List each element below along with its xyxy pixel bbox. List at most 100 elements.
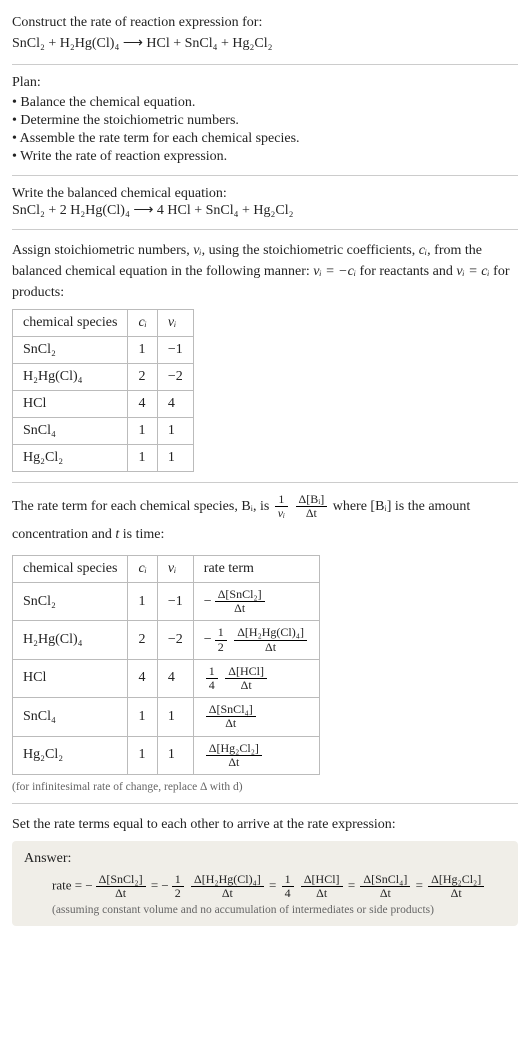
cell: 4 (128, 391, 157, 418)
table-header-row: chemical species cᵢ νᵢ rate term (13, 556, 320, 583)
table-row: SnCl₂1−1 (13, 337, 194, 364)
balanced-equation: SnCl₂ + 2 H₂Hg(Cl)₄ ⟶ 4 HCl + SnCl₄ + Hg… (12, 203, 294, 218)
plan-list: Balance the chemical equation. Determine… (12, 95, 518, 165)
stoich-section: Assign stoichiometric numbers, νᵢ , using… (12, 240, 518, 472)
cell: −2 (157, 621, 193, 659)
text: Assign stoichiometric numbers, (12, 243, 193, 258)
denominator: Δt (206, 717, 256, 730)
fraction: Δ[H₂Hg(Cl)₄]Δt (191, 873, 264, 900)
sign: − (161, 878, 168, 893)
fraction: Δ[SnCl₄]Δt (360, 873, 410, 900)
table-row: SnCl₄11 (13, 418, 194, 445)
numerator: 1 (206, 665, 218, 679)
divider (12, 803, 518, 804)
intro-line1: Construct the rate of reaction expressio… (12, 15, 262, 30)
cell: 1 (157, 698, 193, 736)
numerator: Δ[H₂Hg(Cl)₄] (234, 626, 307, 640)
cell-rateterm: Δ[SnCl₄]Δt (193, 698, 319, 736)
col-ci: cᵢ (128, 556, 157, 583)
cell-rateterm: −Δ[SnCl₂]Δt (193, 583, 319, 621)
col-nui: νᵢ (157, 556, 193, 583)
fraction: 12 (172, 873, 184, 900)
fraction: Δ[Bᵢ]Δt (296, 493, 328, 520)
text: is time: (119, 527, 164, 542)
fraction: Δ[SnCl₂]Δt (96, 873, 146, 900)
sign: − (204, 594, 212, 609)
fraction: Δ[HCl]Δt (301, 873, 343, 900)
col-species: chemical species (13, 310, 128, 337)
divider (12, 482, 518, 483)
intro-equation: SnCl₂ + H₂Hg(Cl)₄ ⟶ HCl + SnCl₄ + Hg₂Cl₂ (12, 36, 273, 51)
numerator: Δ[SnCl₄] (206, 703, 256, 717)
denominator: Δt (301, 887, 343, 900)
c-i: cᵢ (419, 243, 427, 258)
fraction: 14 (282, 873, 294, 900)
answer-note: (assuming constant volume and no accumul… (24, 904, 506, 916)
denominator: Δt (206, 756, 262, 769)
cell: H₂Hg(Cl)₄ (13, 364, 128, 391)
fraction: 12 (215, 626, 227, 653)
cell: 1 (157, 736, 193, 774)
answer-box: Answer: rate = −Δ[SnCl₂]Δt = −12 Δ[H₂Hg(… (12, 841, 518, 926)
cell: Hg₂Cl₂ (13, 445, 128, 472)
denominator: νᵢ (275, 507, 288, 520)
equals: = (416, 878, 427, 893)
divider (12, 64, 518, 65)
table-row: SnCl₄ 1 1 Δ[SnCl₄]Δt (13, 698, 320, 736)
cell: SnCl₂ (13, 337, 128, 364)
final-heading: Set the rate terms equal to each other t… (12, 814, 518, 835)
rateterm-intro: The rate term for each chemical species,… (12, 493, 518, 549)
cell: 2 (128, 364, 157, 391)
table-row: SnCl₂ 1 −1 −Δ[SnCl₂]Δt (13, 583, 320, 621)
fraction: Δ[Hg₂Cl₂]Δt (206, 742, 262, 769)
cell: Hg₂Cl₂ (13, 736, 128, 774)
final-section: Set the rate terms equal to each other t… (12, 814, 518, 926)
cell: 1 (128, 445, 157, 472)
denominator: 4 (282, 887, 294, 900)
cell: 1 (128, 418, 157, 445)
cell: 1 (157, 418, 193, 445)
cell: 4 (157, 391, 193, 418)
rateterm-section: The rate term for each chemical species,… (12, 493, 518, 793)
plan-item: Write the rate of reaction expression. (12, 149, 518, 165)
col-rate: rate term (193, 556, 319, 583)
stoich-table: chemical species cᵢ νᵢ SnCl₂1−1 H₂Hg(Cl)… (12, 309, 194, 472)
cell: 4 (128, 659, 157, 697)
numerator: Δ[SnCl₂] (96, 873, 146, 887)
plan-item: Balance the chemical equation. (12, 95, 518, 111)
denominator: Δt (360, 887, 410, 900)
relation: νᵢ = cᵢ (456, 264, 489, 279)
intro-section: Construct the rate of reaction expressio… (12, 12, 518, 54)
numerator: Δ[HCl] (301, 873, 343, 887)
denominator: 2 (172, 887, 184, 900)
numerator: Δ[SnCl₂] (215, 588, 265, 602)
fraction: Δ[H₂Hg(Cl)₄]Δt (234, 626, 307, 653)
col-nui: νᵢ (157, 310, 193, 337)
cell-rateterm: Δ[Hg₂Cl₂]Δt (193, 736, 319, 774)
denominator: Δt (96, 887, 146, 900)
fraction: Δ[HCl]Δt (225, 665, 267, 692)
relation: νᵢ = −cᵢ (313, 264, 356, 279)
equals: = (151, 878, 162, 893)
fraction: 1νᵢ (275, 493, 288, 520)
balanced-heading: Write the balanced chemical equation: (12, 186, 227, 201)
numerator: Δ[H₂Hg(Cl)₄] (191, 873, 264, 887)
cell: −1 (157, 337, 193, 364)
table-row: Hg₂Cl₂ 1 1 Δ[Hg₂Cl₂]Δt (13, 736, 320, 774)
table-row: H₂Hg(Cl)₄2−2 (13, 364, 194, 391)
plan-heading: Plan: (12, 75, 41, 90)
col-species: chemical species (13, 556, 128, 583)
cell: SnCl₂ (13, 583, 128, 621)
denominator: Δt (296, 507, 328, 520)
cell: 1 (157, 445, 193, 472)
fraction: 14 (206, 665, 218, 692)
text: for reactants and (356, 264, 456, 279)
stoich-intro: Assign stoichiometric numbers, νᵢ, using… (12, 240, 518, 303)
denominator: 2 (215, 641, 227, 654)
text: , using the stoichiometric coefficients, (202, 243, 419, 258)
denominator: 4 (206, 679, 218, 692)
balanced-section: Write the balanced chemical equation: Sn… (12, 186, 518, 219)
plan-item: Assemble the rate term for each chemical… (12, 131, 518, 147)
cell: SnCl₄ (13, 418, 128, 445)
cell: HCl (13, 391, 128, 418)
